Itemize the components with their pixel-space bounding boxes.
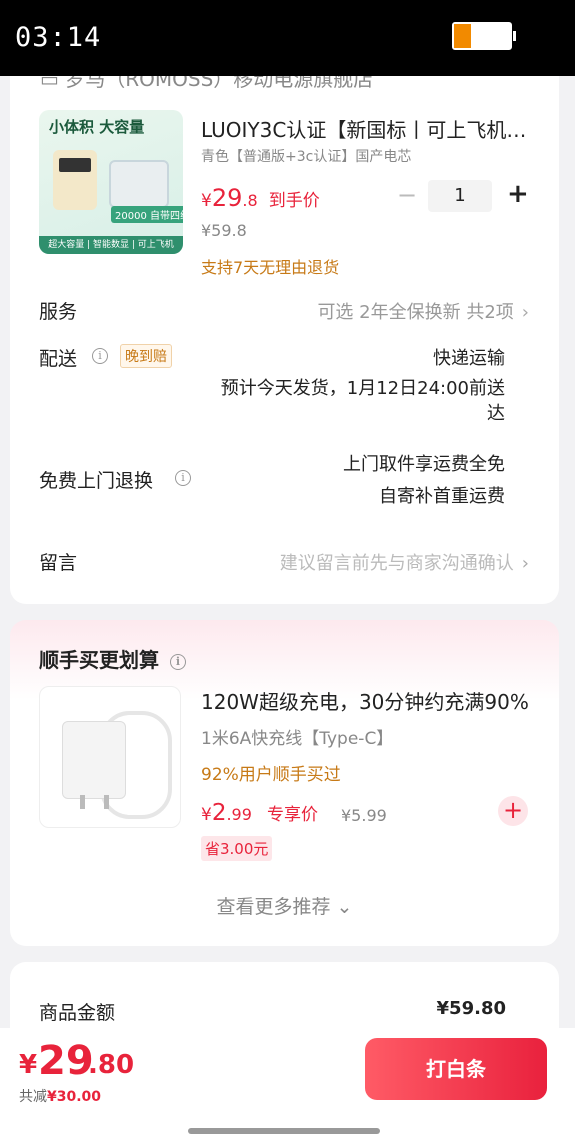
product-spec[interactable]: 青色【普通版+3c认证】国产电芯: [201, 146, 411, 166]
info-icon[interactable]: i: [175, 470, 191, 486]
delivery-method: 快递运输: [433, 348, 505, 369]
recommendation-title: 顺手买更划算 i: [39, 644, 186, 673]
discount-info[interactable]: 共减¥30.00: [19, 1086, 101, 1106]
charger-prong: [104, 795, 109, 809]
total-integer: 29: [38, 1038, 94, 1084]
recommendation-card: 顺手买更划算 i 120W超级充电，30分钟约充满90% 1米6A快充线【Typ…: [10, 620, 559, 946]
home-indicator[interactable]: [188, 1128, 380, 1134]
product-title[interactable]: LUOIY3C认证【新国标丨可上飞机丨大容量: [201, 114, 541, 143]
late-compensation-badge: 晚到赔: [120, 344, 172, 368]
power-bank-screen: [59, 158, 91, 172]
price-note: 到手价: [268, 191, 320, 211]
price-integer: 2: [211, 800, 227, 826]
recommended-product-spec: 1米6A快充线【Type-C】: [201, 729, 394, 749]
delivery-eta-line1: 预计今天发货，1月12日24:00前送: [220, 378, 505, 399]
delivery-eta-line2: 达: [487, 403, 505, 424]
return-policy: 支持7天无理由退货: [201, 258, 340, 277]
recommended-product-image[interactable]: [39, 686, 181, 828]
price-note: 专享价: [267, 805, 319, 825]
power-bank-side-icon: [109, 160, 169, 208]
recommended-product-title[interactable]: 120W超级充电，30分钟约充满90%: [201, 686, 531, 715]
discount-label: 共减: [19, 1089, 47, 1105]
goods-amount-label: 商品金额: [39, 1002, 116, 1024]
price-decimal: .99: [226, 805, 252, 824]
order-item-card: 小体积 大容量 20000 自带四线 超大容量 | 智能数显 | 可上飞机 LU…: [10, 76, 559, 604]
charger-prong: [80, 795, 85, 809]
message-label: 留言: [39, 552, 78, 574]
total-currency: ¥: [19, 1050, 38, 1080]
product-image-headline: 小体积 大容量: [49, 118, 145, 136]
message-placeholder: 建议留言前先与商家沟通确认: [279, 553, 514, 574]
delivery-label: 配送: [39, 348, 78, 370]
battery-level: [454, 24, 471, 48]
product-image-banner: 超大容量 | 智能数显 | 可上飞机: [39, 236, 183, 254]
info-icon[interactable]: i: [169, 654, 186, 670]
price-integer: 29: [211, 184, 243, 212]
price-currency: ¥: [201, 805, 212, 825]
price-currency: ¥: [201, 191, 212, 211]
service-value: 可选 2年全保换新 共2项: [317, 302, 514, 323]
social-proof: 92%用户顺手买过: [201, 765, 341, 785]
charger-icon: [62, 721, 126, 799]
quantity-decrease-button[interactable]: −: [397, 181, 417, 209]
battery-icon: [452, 22, 512, 50]
pickup-line1: 上门取件享运费全免: [343, 454, 505, 475]
pickup-label: 免费上门退换: [39, 470, 154, 492]
pickup-line2: 自寄补首重运费: [379, 486, 505, 507]
battery-tip: [513, 31, 516, 41]
discount-value: ¥30.00: [47, 1089, 102, 1105]
pay-button[interactable]: 打白条: [365, 1038, 547, 1100]
status-bar: 03:14: [0, 0, 575, 76]
chevron-right-icon: ›: [521, 553, 529, 574]
total-decimal: .80: [88, 1050, 135, 1080]
goods-amount-value: ¥59.80: [436, 998, 506, 1019]
quantity-increase-button[interactable]: +: [507, 179, 529, 209]
quantity-input[interactable]: 1: [428, 180, 492, 212]
checkout-bar: ¥ 29 .80 共减¥30.00 打白条: [0, 1028, 575, 1141]
product-image-tag: 20000 自带四线: [111, 206, 183, 223]
price-decimal: .8: [242, 191, 258, 210]
see-more-recommendations[interactable]: 查看更多推荐 ⌄: [10, 892, 559, 919]
message-input[interactable]: 建议留言前先与商家沟通确认 ›: [280, 549, 529, 575]
product-image[interactable]: 小体积 大容量 20000 自带四线 超大容量 | 智能数显 | 可上飞机: [39, 110, 183, 254]
power-bank-icon: [53, 150, 97, 210]
info-icon[interactable]: i: [92, 348, 108, 364]
status-time: 03:14: [15, 22, 102, 53]
chevron-down-icon: ⌄: [330, 896, 353, 918]
recommended-price: ¥2.99 专享价: [201, 800, 318, 826]
product-price: ¥29.8 到手价: [201, 184, 320, 212]
recommended-original-price: ¥5.99: [341, 806, 387, 825]
add-to-order-button[interactable]: +: [498, 796, 528, 826]
service-selector[interactable]: 可选 2年全保换新 共2项 ›: [317, 298, 529, 324]
original-price: ¥59.8: [201, 221, 247, 240]
chevron-right-icon: ›: [521, 302, 529, 323]
saving-badge: 省3.00元: [201, 836, 273, 861]
service-label: 服务: [39, 301, 78, 323]
